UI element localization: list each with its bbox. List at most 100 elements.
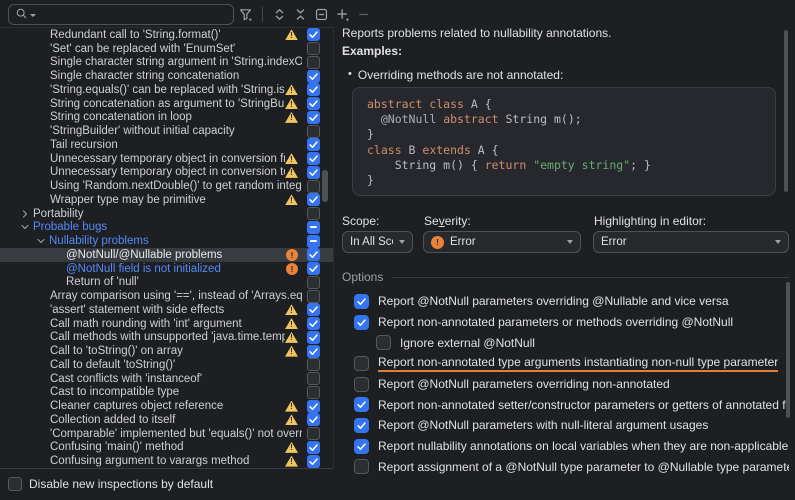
tree-item-checkbox[interactable] bbox=[307, 248, 320, 261]
tree-item-checkbox[interactable] bbox=[307, 372, 320, 385]
chevron-down-icon[interactable] bbox=[34, 235, 47, 247]
tree-item-checkbox[interactable] bbox=[307, 207, 320, 220]
description-scrollbar[interactable] bbox=[784, 30, 788, 192]
tree-item-checkbox[interactable] bbox=[307, 276, 320, 289]
tree-row[interactable]: 'Set' can be replaced with 'EnumSet' bbox=[0, 42, 333, 56]
tree-row[interactable]: @NotNull field is not initialized! bbox=[0, 262, 333, 276]
option-row[interactable]: Report non-annotated setter/constructor … bbox=[342, 394, 789, 415]
tree-row[interactable]: Array comparison using '==', instead of … bbox=[0, 289, 333, 303]
option-checkbox[interactable] bbox=[354, 439, 369, 454]
tree-row[interactable]: Cleaner captures object reference bbox=[0, 399, 333, 413]
tree-row[interactable]: 'String.equals()' can be replaced with '… bbox=[0, 83, 333, 97]
option-row[interactable]: Report nullability annotations on local … bbox=[342, 436, 789, 457]
option-row[interactable]: Report @NotNull parameters overriding @N… bbox=[342, 291, 789, 312]
severity-dropdown[interactable]: ! Error bbox=[423, 231, 581, 253]
collapse-all-icon[interactable] bbox=[292, 4, 309, 24]
tree-row[interactable]: Call to 'toString()' on array bbox=[0, 344, 333, 358]
option-checkbox[interactable] bbox=[354, 418, 369, 433]
option-checkbox[interactable] bbox=[376, 335, 391, 350]
option-checkbox[interactable] bbox=[354, 356, 369, 371]
option-row[interactable]: Report non-annotated type arguments inst… bbox=[342, 353, 789, 374]
tree-item-checkbox[interactable] bbox=[307, 427, 320, 440]
search-input[interactable] bbox=[38, 8, 233, 22]
tree-item-checkbox[interactable] bbox=[307, 97, 320, 110]
tree-item-checkbox[interactable] bbox=[307, 303, 320, 316]
tree-row[interactable]: Nullability problems bbox=[0, 234, 333, 248]
option-checkbox[interactable] bbox=[354, 294, 369, 309]
tree-row[interactable]: Collection added to itself bbox=[0, 413, 333, 427]
tree-scrollbar[interactable] bbox=[322, 170, 328, 202]
tree-item-checkbox[interactable] bbox=[307, 28, 320, 41]
expand-all-icon[interactable] bbox=[271, 4, 288, 24]
tree-row[interactable]: Cast to incompatible type bbox=[0, 386, 333, 400]
tree-row[interactable]: 'StringBuilder' without initial capacity bbox=[0, 124, 333, 138]
tree-row[interactable]: 'assert' statement with side effects bbox=[0, 303, 333, 317]
tree-item-checkbox[interactable] bbox=[307, 413, 320, 426]
tree-row[interactable]: Unnecessary temporary object in conversi… bbox=[0, 166, 333, 180]
tree-item-checkbox[interactable] bbox=[307, 125, 320, 138]
tree-row[interactable]: String concatenation in loop bbox=[0, 111, 333, 125]
tree-row[interactable]: Redundant call to 'String.format()' bbox=[0, 28, 333, 42]
tree-item-checkbox[interactable] bbox=[307, 290, 320, 303]
option-row[interactable]: Report assignment of a @NotNull type par… bbox=[342, 457, 789, 478]
tree-row[interactable]: Call to default 'toString()' bbox=[0, 358, 333, 372]
tree-item-checkbox[interactable] bbox=[307, 358, 320, 371]
tree-item-checkbox[interactable] bbox=[307, 56, 320, 69]
tree-row[interactable]: Using 'Random.nextDouble()' to get rando… bbox=[0, 179, 333, 193]
tree-item-checkbox[interactable] bbox=[307, 317, 320, 330]
tree-row[interactable]: Single character string argument in 'Str… bbox=[0, 56, 333, 70]
filter-icon[interactable] bbox=[237, 4, 254, 24]
tree-item-checkbox[interactable] bbox=[307, 152, 320, 165]
option-checkbox[interactable] bbox=[354, 315, 369, 330]
tree-row[interactable]: Confusing argument to varargs method bbox=[0, 454, 333, 468]
option-row[interactable]: Report @NotNull parameters with null-lit… bbox=[342, 415, 789, 436]
tree-row[interactable]: Confusing 'main()' method bbox=[0, 441, 333, 455]
scope-dropdown[interactable]: In All Scopes bbox=[342, 231, 413, 253]
tree-row[interactable]: Unnecessary temporary object in conversi… bbox=[0, 152, 333, 166]
tree-row[interactable]: Cast conflicts with 'instanceof' bbox=[0, 372, 333, 386]
tree-item-checkbox[interactable] bbox=[307, 400, 320, 413]
option-row[interactable]: Report non-annotated parameters or metho… bbox=[342, 312, 789, 333]
tree-item-checkbox[interactable] bbox=[307, 455, 320, 468]
tree-item-checkbox[interactable] bbox=[307, 111, 320, 124]
search-history-chevron-icon[interactable] bbox=[30, 14, 36, 17]
tree-item-checkbox[interactable] bbox=[307, 180, 320, 193]
tree-row[interactable]: Single character string concatenation bbox=[0, 69, 333, 83]
disable-new-inspections-checkbox[interactable] bbox=[8, 477, 22, 491]
tree-item-checkbox[interactable] bbox=[307, 221, 320, 234]
chevron-down-icon[interactable] bbox=[18, 221, 31, 233]
tree-item-checkbox[interactable] bbox=[307, 235, 320, 248]
tree-item-checkbox[interactable] bbox=[307, 193, 320, 206]
tree-item-checkbox[interactable] bbox=[307, 83, 320, 96]
tree-item-checkbox[interactable] bbox=[307, 138, 320, 151]
tree-item-checkbox[interactable] bbox=[307, 42, 320, 55]
option-checkbox[interactable] bbox=[354, 459, 369, 474]
tree-row[interactable]: Call methods with unsupported 'java.time… bbox=[0, 331, 333, 345]
tree-item-checkbox[interactable] bbox=[307, 441, 320, 454]
tree-row[interactable]: Probable bugs bbox=[0, 221, 333, 235]
tree-row[interactable]: Tail recursion bbox=[0, 138, 333, 152]
tree-row[interactable]: Wrapper type may be primitive bbox=[0, 193, 333, 207]
tree-item-checkbox[interactable] bbox=[307, 70, 320, 83]
chevron-right-icon[interactable] bbox=[18, 208, 31, 220]
option-checkbox[interactable] bbox=[354, 397, 369, 412]
options-scrollbar[interactable] bbox=[786, 282, 790, 418]
tree-row[interactable]: @NotNull/@Nullable problems! bbox=[0, 248, 333, 262]
tree-item-checkbox[interactable] bbox=[307, 262, 320, 275]
tree-row[interactable]: Return of 'null' bbox=[0, 276, 333, 290]
option-row[interactable]: Report @NotNull parameters overriding no… bbox=[342, 374, 789, 395]
tree-item-checkbox[interactable] bbox=[307, 166, 320, 179]
tree-item-checkbox[interactable] bbox=[307, 386, 320, 399]
option-row[interactable]: Ignore external @NotNull bbox=[342, 332, 789, 353]
tree-row[interactable]: Call math rounding with 'int' argument bbox=[0, 317, 333, 331]
tree-item-checkbox[interactable] bbox=[307, 331, 320, 344]
tree-row[interactable]: 'Comparable' implemented but 'equals()' … bbox=[0, 427, 333, 441]
search-field[interactable] bbox=[8, 4, 234, 25]
highlighting-dropdown[interactable]: Error bbox=[593, 231, 789, 253]
tree-row[interactable]: String concatenation as argument to 'Str… bbox=[0, 97, 333, 111]
add-inspection-icon[interactable] bbox=[334, 4, 351, 24]
tree-item-checkbox[interactable] bbox=[307, 345, 320, 358]
tree-row[interactable]: Portability bbox=[0, 207, 333, 221]
disable-inspection-icon[interactable] bbox=[313, 4, 330, 24]
option-checkbox[interactable] bbox=[354, 377, 369, 392]
